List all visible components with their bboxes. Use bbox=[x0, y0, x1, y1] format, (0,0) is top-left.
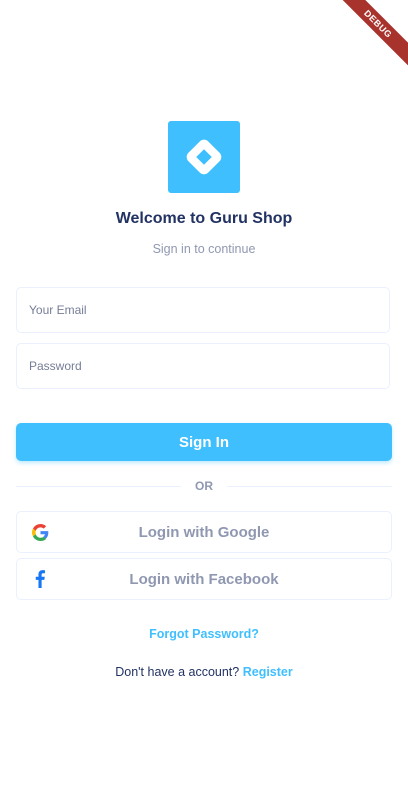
google-button-label: Login with Google bbox=[138, 523, 270, 541]
password-field-container[interactable] bbox=[16, 343, 390, 389]
email-input[interactable] bbox=[27, 302, 379, 318]
login-with-facebook-button[interactable]: Login with Facebook bbox=[16, 558, 392, 600]
facebook-icon bbox=[31, 570, 49, 588]
or-divider: OR bbox=[16, 478, 392, 494]
or-label: OR bbox=[195, 479, 213, 493]
no-account-text: Don't have a account? bbox=[115, 665, 240, 679]
app-logo bbox=[168, 121, 240, 193]
password-input[interactable] bbox=[27, 358, 379, 374]
welcome-title: Welcome to Guru Shop bbox=[115, 210, 293, 227]
register-prompt: Don't have a account? Register bbox=[0, 665, 408, 679]
divider-line-left bbox=[16, 485, 181, 487]
register-link[interactable]: Register bbox=[243, 665, 293, 679]
google-icon bbox=[31, 523, 49, 541]
login-with-google-button[interactable]: Login with Google bbox=[16, 511, 392, 553]
diamond-logo-icon bbox=[186, 139, 222, 175]
divider-line-right bbox=[227, 485, 392, 487]
email-field-container[interactable] bbox=[16, 287, 390, 333]
sign-in-button[interactable]: Sign In bbox=[16, 423, 392, 461]
facebook-button-label: Login with Facebook bbox=[129, 570, 279, 588]
forgot-password-link[interactable]: Forgot Password? bbox=[0, 627, 408, 641]
welcome-subtitle: Sign in to continue bbox=[152, 242, 256, 256]
debug-banner: DEBUG bbox=[329, 0, 408, 73]
